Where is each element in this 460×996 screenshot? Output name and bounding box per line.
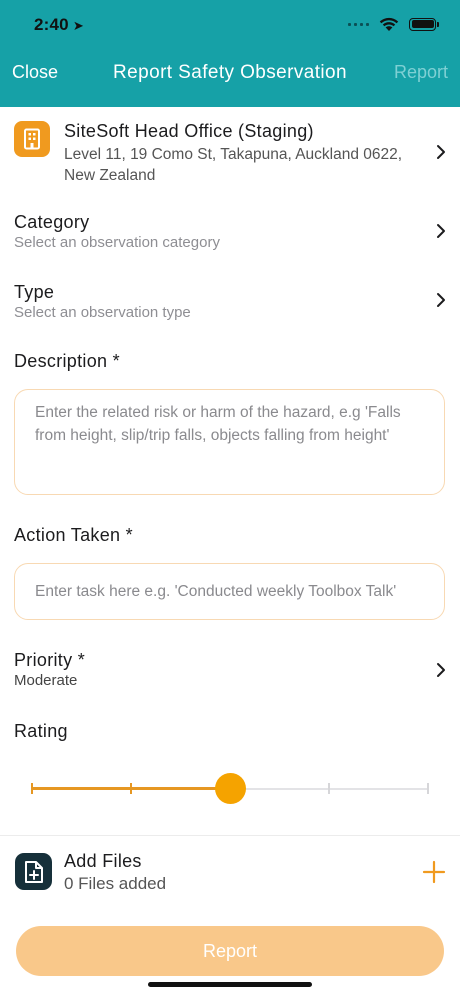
close-button[interactable]: Close: [12, 62, 58, 83]
cellular-signal-icon: [348, 22, 369, 26]
description-label: Description *: [14, 351, 120, 371]
building-icon: [14, 121, 50, 157]
description-input[interactable]: Enter the related risk or harm of the ha…: [14, 389, 445, 495]
category-label: Category: [14, 212, 90, 232]
slider-tick: [130, 783, 132, 794]
add-files-label: Add Files: [64, 851, 142, 871]
action-taken-placeholder: Enter task here e.g. 'Conducted weekly T…: [35, 583, 397, 600]
home-indicator: [148, 982, 312, 987]
status-bar-icons: [348, 16, 439, 32]
battery-icon: [409, 17, 439, 31]
action-taken-input[interactable]: Enter task here e.g. 'Conducted weekly T…: [14, 563, 445, 620]
location-address: Level 11, 19 Como St, Takapuna, Auckland…: [64, 146, 403, 184]
header-bar: 2:40 ➤ Close Report Safety Observation Re…: [0, 0, 460, 107]
slider-tick: [31, 783, 33, 794]
header-report-button[interactable]: Report: [394, 62, 448, 83]
type-placeholder: Select an observation type: [14, 304, 191, 321]
chevron-right-icon: [437, 145, 445, 159]
wifi-icon: [379, 17, 399, 31]
description-placeholder: Enter the related risk or harm of the ha…: [35, 404, 401, 444]
category-placeholder: Select an observation category: [14, 234, 220, 251]
report-button[interactable]: Report: [16, 926, 444, 976]
page-title: Report Safety Observation: [113, 62, 347, 83]
action-taken-label: Action Taken *: [14, 525, 133, 545]
chevron-right-icon: [437, 293, 445, 307]
slider-tick: [328, 783, 330, 794]
status-bar-time: 2:40 ➤: [34, 15, 84, 34]
plus-icon[interactable]: [422, 860, 446, 884]
type-label: Type: [14, 282, 55, 302]
priority-label: Priority *: [14, 650, 86, 670]
priority-value: Moderate: [14, 672, 78, 689]
file-add-icon: [15, 853, 52, 890]
files-count: 0 Files added: [64, 874, 167, 893]
slider-tick: [427, 783, 429, 794]
rating-slider[interactable]: [31, 770, 429, 806]
slider-thumb[interactable]: [215, 773, 246, 804]
location-arrow-icon: ➤: [72, 18, 84, 33]
rating-label: Rating: [14, 721, 68, 741]
location-name: SiteSoft Head Office (Staging): [64, 121, 314, 141]
chevron-right-icon: [437, 224, 445, 238]
divider: [0, 835, 460, 836]
chevron-right-icon: [437, 663, 445, 677]
